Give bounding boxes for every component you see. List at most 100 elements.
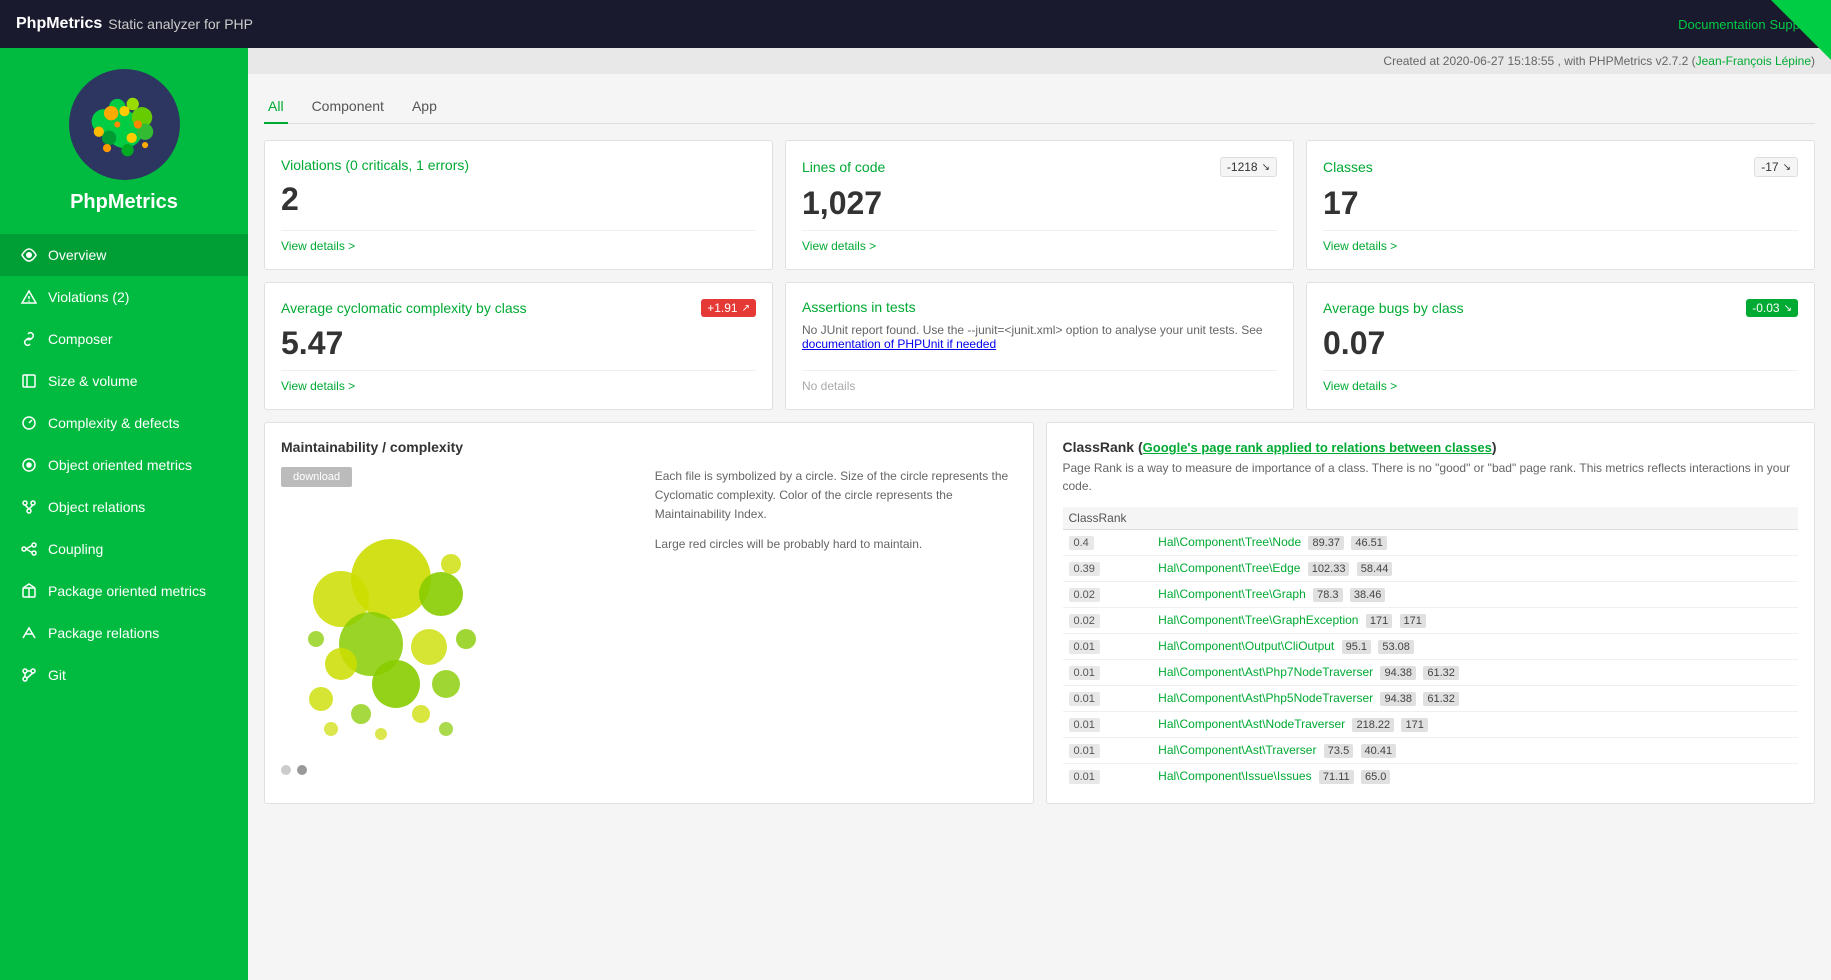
alert-icon <box>20 288 38 306</box>
card-assertions-title: Assertions in tests <box>802 299 916 315</box>
classrank-subtitle: Page Rank is a way to measure de importa… <box>1063 459 1799 495</box>
bubble-chart <box>281 499 501 759</box>
card-classes-header: Classes -17 ↘ <box>1323 157 1798 177</box>
sidebar-item-composer[interactable]: Composer <box>0 318 248 360</box>
rank-cell: 0.4 <box>1063 530 1153 556</box>
tabs-bar: All Component App <box>264 90 1815 124</box>
tab-component[interactable]: Component <box>308 90 388 124</box>
card-classes-badge: -17 ↘ <box>1754 157 1798 177</box>
card-cyclomatic-title: Average cyclomatic complexity by class <box>281 300 527 316</box>
card-assertions: Assertions in tests No JUnit report foun… <box>785 282 1294 410</box>
bubble-area: download <box>281 467 1017 775</box>
rank-cell: 0.01 <box>1063 712 1153 738</box>
sidebar-label-coupling: Coupling <box>48 541 103 557</box>
topbar-left: PhpMetrics Static analyzer for PHP <box>16 15 253 33</box>
corner-decoration <box>1771 0 1831 60</box>
classrank-scroll[interactable]: ClassRank 0.4 Hal\Component\Tree\Node 89… <box>1063 507 1799 787</box>
card-classes-footer[interactable]: View details > <box>1323 230 1798 253</box>
content-inner: All Component App Violations (0 critical… <box>248 74 1831 980</box>
card-cyclomatic-footer[interactable]: View details > <box>281 370 756 393</box>
card-bugs-value: 0.07 <box>1323 325 1798 362</box>
card-violations-title: Violations (0 criticals, 1 errors) <box>281 157 469 173</box>
card-loc-title: Lines of code <box>802 159 885 175</box>
classrank-panel: ClassRank (Google's page rank applied to… <box>1046 422 1816 804</box>
sidebar-item-complexity-defects[interactable]: Complexity & defects <box>0 402 248 444</box>
card-classes-value: 17 <box>1323 185 1798 222</box>
maintainability-title: Maintainability / complexity <box>281 439 1017 455</box>
bubble-dots <box>281 765 307 775</box>
table-row: 0.02 Hal\Component\Tree\GraphException 1… <box>1063 608 1799 634</box>
package-icon <box>20 582 38 600</box>
sidebar-logo <box>68 68 181 181</box>
branch-icon <box>20 498 38 516</box>
card-assertions-footer: No details <box>802 370 1277 393</box>
sidebar-item-package-oriented[interactable]: Package oriented metrics <box>0 570 248 612</box>
card-classes-title: Classes <box>1323 159 1373 175</box>
rank-cell: 0.39 <box>1063 556 1153 582</box>
card-violations-value: 2 <box>281 181 756 222</box>
card-loc: Lines of code -1218 ↘ 1,027 View details… <box>785 140 1294 270</box>
table-row: 0.39 Hal\Component\Tree\Edge 102.33 58.4… <box>1063 556 1799 582</box>
main-layout: PhpMetrics Overview Violations (2) <box>0 48 1831 980</box>
sidebar-item-coupling[interactable]: Coupling <box>0 528 248 570</box>
card-loc-value: 1,027 <box>802 185 1277 222</box>
classrank-link[interactable]: Google's page rank applied to relations … <box>1143 440 1492 455</box>
card-assertions-desc: No JUnit report found. Use the --junit=<… <box>802 323 1277 362</box>
card-cyclomatic-header: Average cyclomatic complexity by class +… <box>281 299 756 317</box>
classrank-table: ClassRank 0.4 Hal\Component\Tree\Node 89… <box>1063 507 1799 787</box>
download-button[interactable]: download <box>281 467 352 487</box>
sidebar-item-size-volume[interactable]: Size & volume <box>0 360 248 402</box>
card-loc-header: Lines of code -1218 ↘ <box>802 157 1277 177</box>
table-row: 0.01 Hal\Component\Issue\Issues 71.11 65… <box>1063 764 1799 788</box>
tab-all[interactable]: All <box>264 90 288 124</box>
sidebar-nav: Overview Violations (2) Composer <box>0 234 248 696</box>
cyclomatic-badge-icon: ↗ <box>742 303 750 314</box>
card-violations-header: Violations (0 criticals, 1 errors) <box>281 157 756 173</box>
sidebar-item-package-relations[interactable]: Package relations <box>0 612 248 654</box>
card-bugs-footer[interactable]: View details > <box>1323 370 1798 393</box>
rank-cell: 0.02 <box>1063 582 1153 608</box>
node-icon <box>20 540 38 558</box>
meta-created: Created at 2020-06-27 15:18:55 , with PH… <box>1383 54 1695 68</box>
circle-dot-icon <box>20 456 38 474</box>
eye-icon <box>20 246 38 264</box>
class-cell: Hal\Component\Tree\Edge 102.33 58.44 <box>1152 556 1798 582</box>
class-cell: Hal\Component\Ast\NodeTraverser 218.22 1… <box>1152 712 1798 738</box>
rank-cell: 0.02 <box>1063 608 1153 634</box>
card-bugs-badge: -0.03 ↘ <box>1746 299 1798 317</box>
maintainability-panel: Maintainability / complexity download <box>264 422 1034 804</box>
phpunit-link[interactable]: documentation of PHPUnit if needed <box>802 337 996 351</box>
bubble-chart-svg <box>281 499 501 759</box>
dial-icon <box>20 414 38 432</box>
sidebar-item-object-relations[interactable]: Object relations <box>0 486 248 528</box>
sidebar-label-package-relations: Package relations <box>48 625 159 641</box>
class-cell: Hal\Component\Output\CliOutput 95.1 53.0… <box>1152 634 1798 660</box>
table-row: 0.01 Hal\Component\Ast\NodeTraverser 218… <box>1063 712 1799 738</box>
docs-link[interactable]: Documentation <box>1678 17 1765 32</box>
sidebar-label-complexity-defects: Complexity & defects <box>48 415 180 431</box>
sidebar-label-package-oriented: Package oriented metrics <box>48 583 206 599</box>
sidebar-label-overview: Overview <box>48 247 106 263</box>
table-row: 0.01 Hal\Component\Ast\Traverser 73.5 40… <box>1063 738 1799 764</box>
sidebar-label-git: Git <box>48 667 66 683</box>
package-branch-icon <box>20 624 38 642</box>
bottom-section: Maintainability / complexity download <box>264 422 1815 804</box>
sidebar-item-git[interactable]: Git <box>0 654 248 696</box>
sidebar-label-object-oriented: Object oriented metrics <box>48 457 192 473</box>
bubble-description: Each file is symbolized by a circle. Siz… <box>655 467 1017 775</box>
card-violations-footer[interactable]: View details > <box>281 230 756 253</box>
card-loc-footer[interactable]: View details > <box>802 230 1277 253</box>
rank-cell: 0.01 <box>1063 764 1153 788</box>
app-brand: PhpMetrics <box>16 15 102 33</box>
card-cyclomatic-badge: +1.91 ↗ <box>701 299 756 317</box>
sidebar-item-object-oriented[interactable]: Object oriented metrics <box>0 444 248 486</box>
tab-app[interactable]: App <box>408 90 441 124</box>
table-row: 0.4 Hal\Component\Tree\Node 89.37 46.51 <box>1063 530 1799 556</box>
card-cyclomatic: Average cyclomatic complexity by class +… <box>264 282 773 410</box>
sidebar-item-violations[interactable]: Violations (2) <box>0 276 248 318</box>
resize-icon <box>20 372 38 390</box>
sidebar-logo-container <box>68 68 181 181</box>
card-bugs-header: Average bugs by class -0.03 ↘ <box>1323 299 1798 317</box>
sidebar-item-overview[interactable]: Overview <box>0 234 248 276</box>
card-classes: Classes -17 ↘ 17 View details > <box>1306 140 1815 270</box>
